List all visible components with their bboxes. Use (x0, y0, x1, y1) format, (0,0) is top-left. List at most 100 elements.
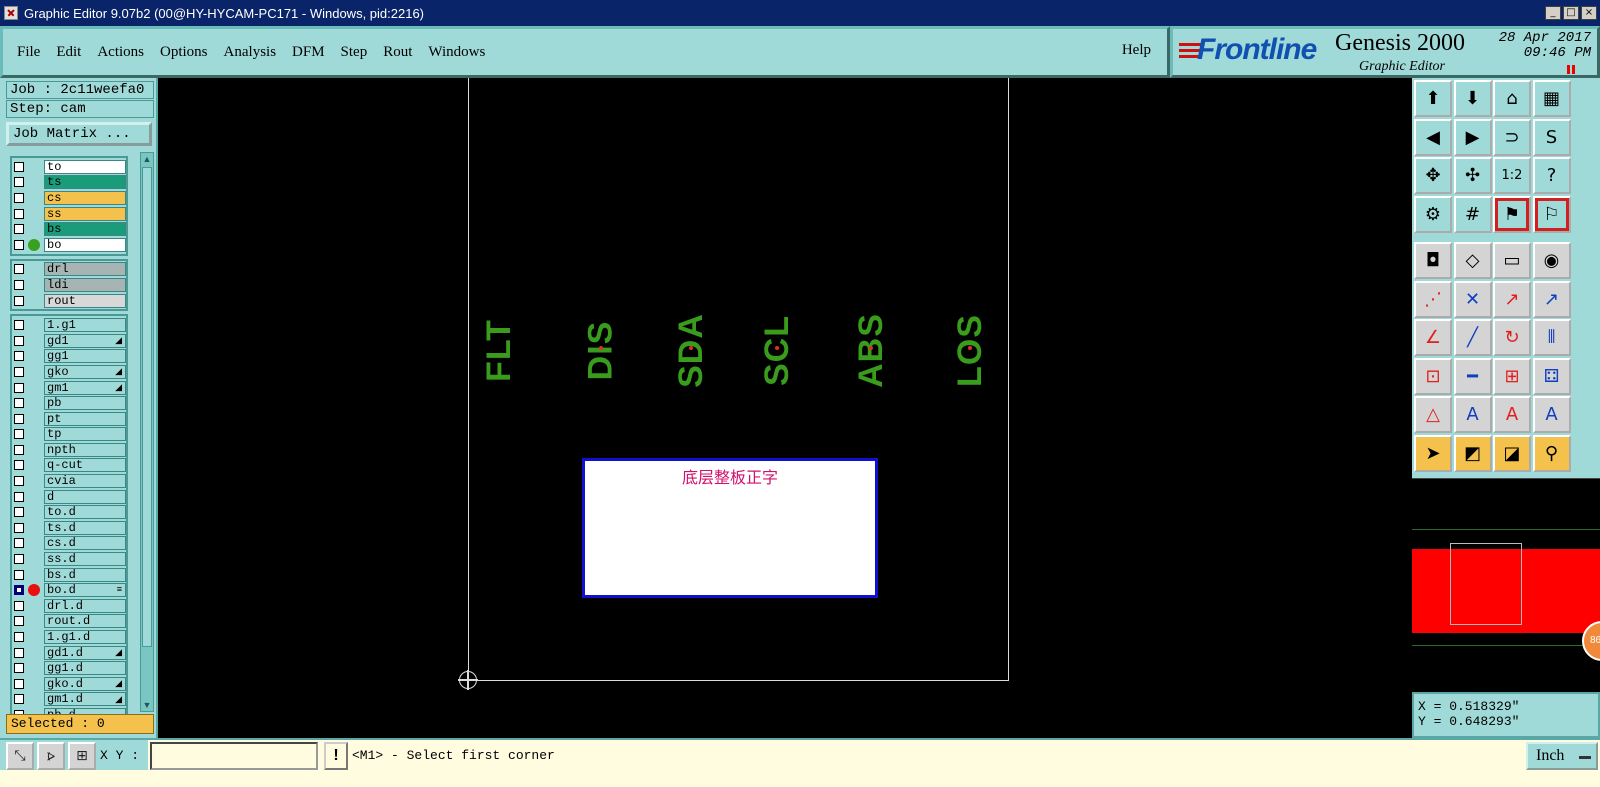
layer-status-dot-icon[interactable] (28, 176, 40, 188)
settings-icon[interactable]: ⚙ (1414, 195, 1452, 233)
layer-name[interactable]: gm1 (44, 380, 126, 395)
menu-step[interactable]: Step (341, 44, 368, 61)
menu-edit[interactable]: Edit (56, 44, 81, 61)
layer-row[interactable]: ldi (12, 277, 126, 293)
layer-name[interactable]: q-cut (44, 458, 126, 473)
layer-checkbox[interactable] (14, 192, 24, 203)
layer-status-dot-icon[interactable] (28, 223, 40, 235)
layer-row[interactable]: bo.d ≡ (12, 582, 126, 598)
layer-toggle-icon[interactable]: ⚑ (1493, 195, 1531, 233)
menu-rout[interactable]: Rout (383, 44, 412, 61)
layer-status-dot-icon[interactable] (28, 350, 40, 362)
layer-checkbox[interactable] (14, 239, 24, 250)
array-icon[interactable]: ⚃ (1532, 357, 1571, 395)
layer-name[interactable]: cs.d (44, 536, 126, 551)
maximize-button[interactable]: □ (1563, 6, 1579, 20)
layer-name[interactable]: bo (44, 237, 126, 252)
layer-status-dot-icon[interactable] (28, 693, 40, 705)
layer-row[interactable]: cs (12, 190, 126, 206)
layer-name[interactable]: gd1.d (44, 645, 126, 660)
layer-row[interactable]: gko ◢ (12, 364, 126, 380)
layer-name[interactable]: bo.d (44, 583, 126, 598)
layer-row[interactable]: gm1.d ◢ (12, 692, 126, 708)
layer-checkbox[interactable] (14, 444, 24, 455)
scroll-thumb[interactable] (142, 167, 152, 647)
text-align-icon[interactable]: A (1532, 396, 1571, 433)
overview-viewport[interactable] (1450, 543, 1522, 625)
layer-name[interactable]: ts.d (44, 520, 126, 535)
rotate-icon[interactable]: ↻ (1493, 319, 1531, 356)
text-icon[interactable]: A (1453, 396, 1492, 433)
layer-row[interactable]: ss.d (12, 551, 126, 567)
layer-status-dot-icon[interactable] (28, 491, 40, 503)
move-up-icon[interactable]: ⬆ (1414, 80, 1452, 117)
layer-row[interactable]: ss (12, 206, 126, 222)
layer-row[interactable]: tp (12, 427, 126, 443)
layer-name[interactable]: rout (44, 293, 126, 308)
layer-row[interactable]: 1.g1.d (12, 629, 126, 645)
layer-name[interactable]: to (44, 159, 126, 174)
layer-scrollbar[interactable]: ▲ ▼ (140, 152, 154, 712)
layer-row[interactable]: pt (12, 411, 126, 427)
select-poly-icon[interactable]: ◪ (1493, 434, 1531, 472)
line-icon[interactable]: ╱ (1453, 319, 1492, 356)
snap-icon[interactable]: ◉ (1532, 242, 1571, 279)
layer-checkbox[interactable] (14, 522, 24, 533)
layer-checkbox[interactable] (14, 476, 24, 487)
scroll-down-icon[interactable]: ▼ (142, 700, 152, 710)
layer-row[interactable]: cs.d (12, 536, 126, 552)
layer-status-dot-icon[interactable] (28, 428, 40, 440)
layer-status-dot-icon[interactable] (28, 569, 40, 581)
layer-name[interactable]: pt (44, 411, 126, 426)
layer-checkbox[interactable] (14, 161, 24, 172)
layer-checkbox[interactable] (14, 413, 24, 424)
layer-checkbox[interactable] (14, 554, 24, 565)
layer-row[interactable]: cvia (12, 473, 126, 489)
layer-status-dot-icon[interactable] (28, 279, 40, 291)
zoom-fit-icon[interactable]: ✥ (1414, 157, 1452, 194)
layer-status-dot-icon[interactable] (28, 662, 40, 674)
layer-name[interactable]: pb (44, 396, 126, 411)
layer-name[interactable]: gko.d (44, 676, 126, 691)
text-outline-icon[interactable]: A (1493, 396, 1531, 433)
layer-checkbox[interactable] (14, 366, 24, 377)
layer-status-dot-icon[interactable] (28, 537, 40, 549)
graphic-canvas[interactable]: FLT DIS SDA SCL ABS LOS 底层整板正字 (158, 78, 1412, 738)
layer-status-dot-icon[interactable] (28, 319, 40, 331)
layer-row[interactable]: ts.d (12, 520, 126, 536)
layer-row[interactable]: rout.d (12, 614, 126, 630)
warning-button[interactable]: ! (324, 742, 348, 770)
layer-status-dot-icon[interactable] (28, 600, 40, 612)
layer-checkbox[interactable] (14, 663, 24, 674)
layer-name[interactable]: 1.g1.d (44, 630, 126, 645)
layer-row[interactable]: d (12, 489, 126, 505)
layer-status-dot-icon[interactable] (28, 631, 40, 643)
select-icon[interactable]: ➤ (1414, 434, 1452, 472)
layer-name[interactable]: to.d (44, 505, 126, 520)
zoom-ratio-icon[interactable]: 1:2 (1493, 157, 1531, 194)
xy-input[interactable] (150, 742, 318, 770)
layer-row[interactable]: gd1.d ◢ (12, 645, 126, 661)
minimize-button[interactable]: _ (1545, 6, 1561, 20)
app-icon[interactable] (4, 6, 18, 20)
angle-icon[interactable]: ∠ (1414, 319, 1452, 356)
move-down-icon[interactable]: ⬇ (1453, 80, 1492, 117)
layer-name[interactable]: ss (44, 206, 126, 221)
layer-name[interactable]: bs (44, 222, 126, 237)
home-icon[interactable]: ⌂ (1493, 80, 1531, 117)
layer-row[interactable]: gg1 (12, 349, 126, 365)
layer-name[interactable]: gg1 (44, 349, 126, 364)
layer-row[interactable]: drl.d (12, 598, 126, 614)
layer-row[interactable]: gg1.d (12, 660, 126, 676)
layer-name[interactable]: cs (44, 190, 126, 205)
units-select[interactable]: Inch (1526, 742, 1598, 770)
layer-status-dot-icon[interactable] (28, 366, 40, 378)
help-icon[interactable]: ? (1532, 157, 1571, 194)
layer-name[interactable]: bs.d (44, 567, 126, 582)
layer-row[interactable]: ts (12, 175, 126, 191)
overview-map[interactable]: 86 (1412, 478, 1600, 692)
pad-icon[interactable]: ⊡ (1414, 357, 1452, 395)
redraw-icon[interactable]: S (1532, 118, 1571, 156)
layer-checkbox[interactable] (14, 678, 24, 689)
layer-name[interactable]: d (44, 489, 126, 504)
